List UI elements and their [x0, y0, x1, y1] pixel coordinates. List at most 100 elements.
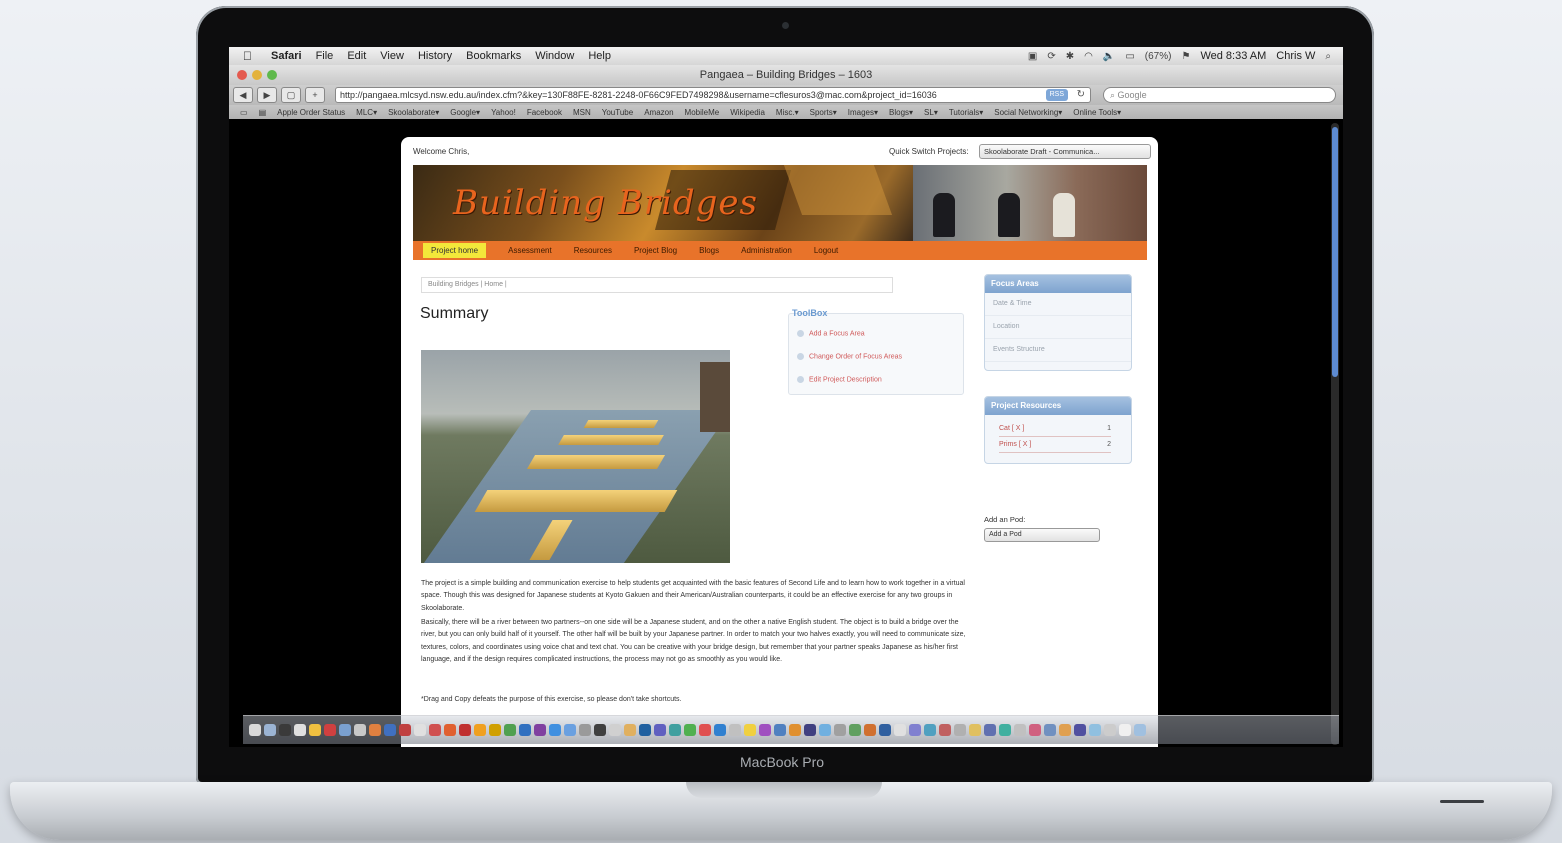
flag-icon[interactable]: ⚑ — [1181, 51, 1190, 62]
dock-app-icon[interactable] — [624, 724, 636, 736]
battery-icon[interactable]: ▭ — [1125, 51, 1134, 62]
add-bookmark-icon[interactable]: + — [305, 87, 325, 103]
spotlight-status-icon[interactable]: ▣ — [1028, 51, 1037, 62]
bookmark-item[interactable]: YouTube — [602, 108, 633, 117]
bookmark-item[interactable]: Wikipedia — [730, 108, 765, 117]
dock-app-icon[interactable] — [999, 724, 1011, 736]
bookmark-item[interactable]: Images▾ — [848, 108, 878, 117]
dock-app-icon[interactable] — [924, 724, 936, 736]
add-pod-select[interactable]: Add a Pod — [984, 528, 1100, 542]
menu-history[interactable]: History — [418, 50, 452, 62]
dock-app-icon[interactable] — [1044, 724, 1056, 736]
dock-app-icon[interactable] — [414, 724, 426, 736]
focus-area-item[interactable]: Date & Time — [985, 293, 1131, 316]
dock-app-icon[interactable] — [744, 724, 756, 736]
address-bar[interactable]: http://pangaea.mlcsyd.nsw.edu.au/index.c… — [335, 87, 1091, 103]
dock-app-icon[interactable] — [849, 724, 861, 736]
bookmark-item[interactable]: Yahoo! — [491, 108, 516, 117]
dock-app-icon[interactable] — [864, 724, 876, 736]
reading-list-icon[interactable]: ▭ — [240, 108, 248, 117]
dock-app-icon[interactable] — [669, 724, 681, 736]
dock-app-icon[interactable] — [369, 724, 381, 736]
dock-app-icon[interactable] — [1089, 724, 1101, 736]
bookmark-item[interactable]: Social Networking▾ — [994, 108, 1062, 117]
dock-app-icon[interactable] — [324, 724, 336, 736]
bookmark-item[interactable]: Skoolaborate▾ — [388, 108, 439, 117]
battery-percent[interactable]: (67%) — [1145, 51, 1172, 62]
dock-app-icon[interactable] — [294, 724, 306, 736]
search-input[interactable]: ⌕ Google — [1103, 87, 1336, 103]
dock-app-icon[interactable] — [354, 724, 366, 736]
dock-app-icon[interactable] — [384, 724, 396, 736]
nav-blogs[interactable]: Blogs — [699, 246, 719, 255]
bluetooth-icon[interactable]: ✱ — [1066, 51, 1074, 62]
dock-app-icon[interactable] — [834, 724, 846, 736]
dock-app-icon[interactable] — [429, 724, 441, 736]
quick-switch-select[interactable]: Skoolaborate Draft - Communica... — [979, 144, 1151, 159]
dock-app-icon[interactable] — [819, 724, 831, 736]
bookmark-item[interactable]: Blogs▾ — [889, 108, 913, 117]
dock-app-icon[interactable] — [1059, 724, 1071, 736]
menu-window[interactable]: Window — [535, 50, 574, 62]
change-order-link[interactable]: Change Order of Focus Areas — [797, 353, 902, 360]
dock-app-icon[interactable] — [339, 724, 351, 736]
focus-area-item[interactable]: Events Structure — [985, 339, 1131, 362]
dock-app-icon[interactable] — [639, 724, 651, 736]
bookmark-item[interactable]: MLC▾ — [356, 108, 377, 117]
scrollbar[interactable] — [1331, 123, 1339, 745]
menu-edit[interactable]: Edit — [347, 50, 366, 62]
dock-app-icon[interactable] — [774, 724, 786, 736]
bookmark-item[interactable]: Misc.▾ — [776, 108, 799, 117]
bookmark-item[interactable]: Amazon — [644, 108, 673, 117]
dock-app-icon[interactable] — [1074, 724, 1086, 736]
scrollbar-thumb[interactable] — [1332, 127, 1338, 377]
bookmark-item[interactable]: MSN — [573, 108, 591, 117]
dock-app-icon[interactable] — [489, 724, 501, 736]
bookmarks-icon[interactable]: ▤ — [259, 108, 267, 117]
close-button[interactable] — [237, 70, 247, 80]
focus-area-item[interactable]: Location — [985, 316, 1131, 339]
dock-app-icon[interactable] — [759, 724, 771, 736]
resource-label[interactable]: Cat [ X ] — [999, 421, 1024, 436]
minimize-button[interactable] — [252, 70, 262, 80]
dock-app-icon[interactable] — [1014, 724, 1026, 736]
dock-app-icon[interactable] — [609, 724, 621, 736]
dock-app-icon[interactable] — [549, 724, 561, 736]
menu-file[interactable]: File — [316, 50, 334, 62]
dock-app-icon[interactable] — [444, 724, 456, 736]
resource-row[interactable]: Prims [ X ] 2 — [999, 437, 1111, 453]
dock-app-icon[interactable] — [654, 724, 666, 736]
dock-app-icon[interactable] — [984, 724, 996, 736]
rss-badge[interactable]: RSS — [1045, 89, 1068, 101]
reader-icon[interactable]: ▢ — [281, 87, 301, 103]
nav-administration[interactable]: Administration — [741, 246, 792, 255]
dock-app-icon[interactable] — [474, 724, 486, 736]
nav-resources[interactable]: Resources — [574, 246, 612, 255]
dock-app-icon[interactable] — [954, 724, 966, 736]
breadcrumb[interactable]: Building Bridges | Home | — [421, 277, 893, 293]
dock-app-icon[interactable] — [1119, 724, 1131, 736]
dock-app-icon[interactable] — [249, 724, 261, 736]
dock-app-icon[interactable] — [939, 724, 951, 736]
sync-icon[interactable]: ⟳ — [1047, 51, 1055, 62]
zoom-button[interactable] — [267, 70, 277, 80]
add-focus-area-link[interactable]: Add a Focus Area — [797, 330, 865, 337]
menu-bookmarks[interactable]: Bookmarks — [466, 50, 521, 62]
edit-description-link[interactable]: Edit Project Description — [797, 376, 882, 383]
reload-icon[interactable]: ↻ — [1077, 88, 1085, 102]
nav-assessment[interactable]: Assessment — [508, 246, 552, 255]
clock[interactable]: Wed 8:33 AM — [1200, 50, 1266, 62]
dock-app-icon[interactable] — [534, 724, 546, 736]
apple-icon[interactable]:  — [243, 49, 257, 63]
dock-app-icon[interactable] — [804, 724, 816, 736]
dock-app-icon[interactable] — [579, 724, 591, 736]
dock-app-icon[interactable] — [699, 724, 711, 736]
resource-row[interactable]: Cat [ X ] 1 — [999, 421, 1111, 437]
dock-app-icon[interactable] — [729, 724, 741, 736]
dock-app-icon[interactable] — [969, 724, 981, 736]
dock-app-icon[interactable] — [789, 724, 801, 736]
dock-app-icon[interactable] — [279, 724, 291, 736]
dock-app-icon[interactable] — [309, 724, 321, 736]
user-name[interactable]: Chris W — [1276, 50, 1315, 62]
volume-icon[interactable]: 🔈 — [1103, 51, 1115, 62]
